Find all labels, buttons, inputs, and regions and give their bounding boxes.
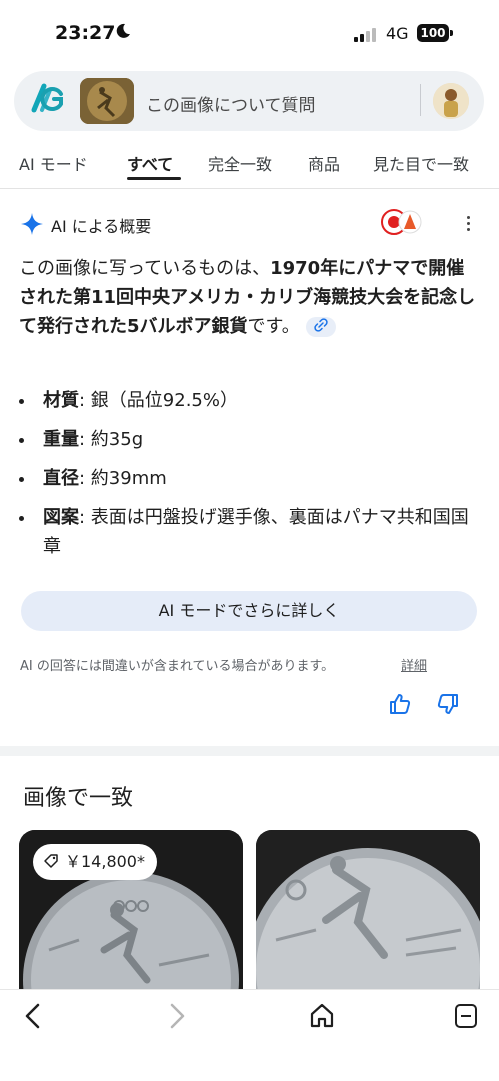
fact-label: 重量 [43,429,79,450]
ai-overview-title: AI による概要 [51,217,152,236]
active-tab-indicator [127,177,181,180]
browser-toolbar [0,989,499,1081]
section-divider [0,746,499,756]
details-link[interactable]: 詳細 [401,655,427,674]
summary-text-2: です。 [247,316,300,337]
fact-value: : 約39mm [79,468,167,489]
price-text: ￥14,800* [65,852,145,871]
tabs-switcher-icon[interactable] [453,1002,479,1030]
ai-mode-more-button[interactable]: AI モードでさらに詳しく [21,591,477,631]
battery-tip [450,30,453,36]
ai-disclaimer: AI の回答には間違いが含まれている場合があります。 [20,659,335,674]
avatar[interactable] [433,83,469,119]
fact-label: 直径 [43,468,79,489]
thumbs-down-icon[interactable] [436,692,460,716]
tabs-divider [0,188,499,189]
link-icon[interactable] [305,317,336,337]
moon-icon [116,23,130,38]
search-divider [420,84,421,116]
fact-value: : 銀（品位92.5%） [79,390,238,411]
fact-value: : 約35g [79,429,144,450]
list-item: 材質: 銀（品位92.5%） [19,386,481,415]
query-image-thumbnail[interactable] [80,78,134,124]
list-item: 直径: 約39mm [19,464,481,493]
home-icon[interactable] [309,1002,335,1030]
battery-icon: 100 [417,24,449,42]
visual-matches-title: 画像で一致 [23,786,134,811]
ai-facts-list: 材質: 銀（品位92.5%） 重量: 約35g 直径: 約39mm 図案: 表面… [19,386,481,571]
thumbs-up-icon[interactable] [388,692,412,716]
signal-icon [354,28,376,42]
tab-visual-matches[interactable]: 見た目で一致 [373,151,469,175]
tab-exact-match[interactable]: 完全一致 [208,151,272,175]
ai-summary: この画像に写っているものは、1970年にパナマで開催された第11回中央アメリカ・… [19,254,481,341]
tag-icon [44,854,58,868]
list-item: 重量: 約35g [19,425,481,454]
tab-products[interactable]: 商品 [308,151,340,175]
price-badge: ￥14,800* [33,844,157,880]
forward-arrow-icon[interactable] [166,1002,188,1030]
more-options-icon[interactable] [462,214,474,234]
fact-label: 図案 [43,507,79,528]
tab-all[interactable]: すべて [127,151,173,175]
google-lens-logo-icon[interactable] [28,80,64,116]
fact-label: 材質 [43,390,79,411]
back-arrow-icon[interactable] [22,1002,44,1030]
list-item: 図案: 表面は円盤投げ選手像、裏面はパナマ共和国国章 [19,503,481,561]
fact-value: : 表面は円盤投げ選手像、裏面はパナマ共和国国章 [43,507,469,557]
sparkle-icon [21,213,43,235]
match-card[interactable] [256,830,480,990]
status-bar: 23:27 4G 100 [0,0,499,64]
tab-ai-mode[interactable]: AI モード [19,151,88,175]
summary-text-1: この画像に写っているものは、 [19,258,271,279]
search-input[interactable]: この画像について質問 [146,91,316,116]
source-favicons-icon[interactable] [380,208,424,236]
network-type: 4G [386,24,409,43]
clock: 23:27 [55,22,116,44]
result-tabs: AI モード すべて 完全一致 商品 見た目で一致 [0,146,499,188]
